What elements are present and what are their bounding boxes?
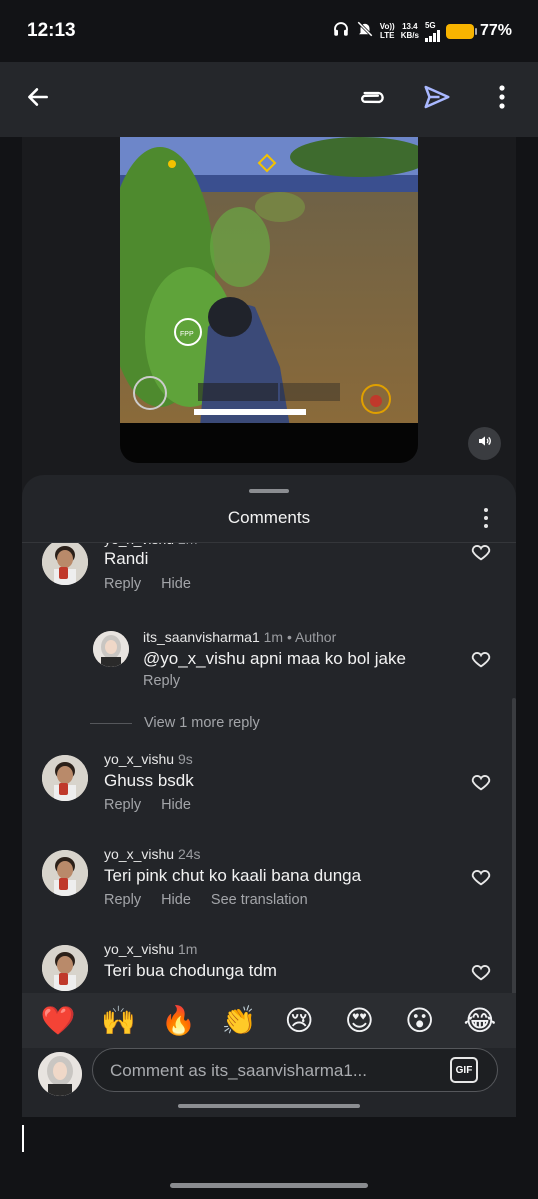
back-button[interactable] xyxy=(15,76,61,122)
comment-text: @yo_x_vishu apni maa ko bol jake xyxy=(143,649,406,668)
comment-text: Teri bua chodunga tdm xyxy=(104,961,277,980)
sheet-bottom-bar xyxy=(178,1104,360,1108)
paperclip-icon xyxy=(358,82,388,117)
heart-icon[interactable] xyxy=(470,866,492,888)
home-indicator[interactable] xyxy=(170,1183,368,1188)
status-bar: 12:13 Vo)) LTE 13.4 KB/s 5G 77% xyxy=(0,0,538,62)
volume-button[interactable] xyxy=(468,427,501,460)
gif-button[interactable]: GIF xyxy=(450,1057,478,1083)
text-cursor xyxy=(22,1125,24,1152)
author-badge: • Author xyxy=(286,629,337,645)
battery-icon xyxy=(445,23,477,39)
video-player[interactable]: FPP xyxy=(120,137,418,463)
volte-indicator: Vo)) LTE xyxy=(379,22,395,40)
hide-button[interactable]: Hide xyxy=(161,892,191,908)
attach-button[interactable] xyxy=(350,76,396,122)
reply-button[interactable]: Reply xyxy=(104,797,141,813)
avatar[interactable] xyxy=(42,850,88,896)
emoji-clap[interactable]: 👏 xyxy=(219,1001,259,1041)
game-video-frame: FPP xyxy=(120,137,418,423)
view-more-label: View 1 more reply xyxy=(144,715,260,731)
emoji-fire[interactable]: 🔥 xyxy=(159,1001,199,1041)
network-speed: 13.4 KB/s xyxy=(400,22,419,40)
avatar[interactable] xyxy=(42,945,88,991)
emoji-crying[interactable]: 😢 xyxy=(279,1001,319,1041)
comment-text: Randi xyxy=(104,549,149,568)
emoji-heart-eyes[interactable]: 😍 xyxy=(339,1001,379,1041)
reply-button[interactable]: Reply xyxy=(104,576,141,592)
comment-text: Teri pink chut ko kaali bana dunga xyxy=(104,866,362,885)
reply-button[interactable]: Reply xyxy=(143,673,180,689)
network-type: 5G xyxy=(424,20,436,30)
signal-icon xyxy=(424,29,440,42)
emoji-surprised[interactable]: 😮 xyxy=(400,1001,440,1041)
send-button[interactable] xyxy=(414,76,460,122)
comment-text: Ghuss bsdk xyxy=(104,771,194,790)
comment-input[interactable]: Comment as its_saanvisharma1... GIF xyxy=(92,1048,498,1092)
send-icon xyxy=(422,82,452,117)
hide-button[interactable]: Hide xyxy=(161,797,191,813)
sheet-drag-handle[interactable] xyxy=(249,489,289,493)
emoji-laughing[interactable]: 😂 xyxy=(460,1001,500,1041)
heart-icon[interactable] xyxy=(470,543,492,563)
sheet-title: Comments xyxy=(227,508,311,527)
comment-list[interactable]: yo_x_vishu 2m Randi Reply Hide its_saanv… xyxy=(22,543,516,993)
scrollbar[interactable] xyxy=(512,698,516,993)
headphones-icon xyxy=(332,20,350,43)
emoji-heart[interactable]: ❤️ xyxy=(38,1001,78,1041)
comment-placeholder: Comment as its_saanvisharma1... xyxy=(110,1061,367,1080)
comment-username[interactable]: yo_x_vishu 24s xyxy=(104,846,201,862)
heart-icon[interactable] xyxy=(470,648,492,670)
comment-username[interactable]: yo_x_vishu 1m xyxy=(104,941,197,957)
heart-icon[interactable] xyxy=(470,961,492,983)
heart-icon[interactable] xyxy=(470,771,492,793)
emoji-raised-hands[interactable]: 🙌 xyxy=(98,1001,138,1041)
mute-bell-icon xyxy=(356,20,374,43)
battery-percent: 77% xyxy=(479,22,512,39)
comments-sheet: Comments yo_x_vishu 2m Randi Reply Hide … xyxy=(22,475,516,1117)
comment-username[interactable]: yo_x_vishu 9s xyxy=(104,751,193,767)
status-icons: Vo)) LTE 13.4 KB/s 5G 77% xyxy=(332,18,512,44)
avatar[interactable] xyxy=(42,755,88,801)
sheet-menu-button[interactable] xyxy=(474,505,498,531)
volume-icon xyxy=(477,433,493,454)
app-header xyxy=(0,62,538,137)
comment-composer: Comment as its_saanvisharma1... GIF xyxy=(22,1048,516,1104)
more-menu-button[interactable] xyxy=(479,76,525,122)
thread-line xyxy=(90,722,132,724)
comment-username[interactable]: its_saanvisharma1 1m • Author xyxy=(143,629,336,645)
comment-actions: Reply Hide xyxy=(104,797,191,813)
comment-username[interactable]: yo_x_vishu 2m xyxy=(104,543,197,547)
reply-button[interactable]: Reply xyxy=(104,892,141,908)
status-time: 12:13 xyxy=(27,20,76,41)
comment-actions: Reply Hide xyxy=(104,576,191,592)
comment-actions: Reply xyxy=(143,673,180,689)
comment-actions: Reply Hide See translation xyxy=(104,892,308,908)
more-vertical-icon xyxy=(498,84,506,114)
see-translation-button[interactable]: See translation xyxy=(211,892,308,908)
hud-mode-label: FPP xyxy=(180,331,194,338)
signal-group: 5G xyxy=(424,20,440,42)
my-avatar xyxy=(38,1052,82,1096)
hide-button[interactable]: Hide xyxy=(161,576,191,592)
arrow-left-icon xyxy=(25,84,51,115)
view-more-replies[interactable]: View 1 more reply xyxy=(90,715,260,731)
avatar[interactable] xyxy=(42,543,88,585)
avatar[interactable] xyxy=(93,631,129,667)
emoji-quick-bar: ❤️ 🙌 🔥 👏 😢 😍 😮 😂 xyxy=(22,993,516,1048)
